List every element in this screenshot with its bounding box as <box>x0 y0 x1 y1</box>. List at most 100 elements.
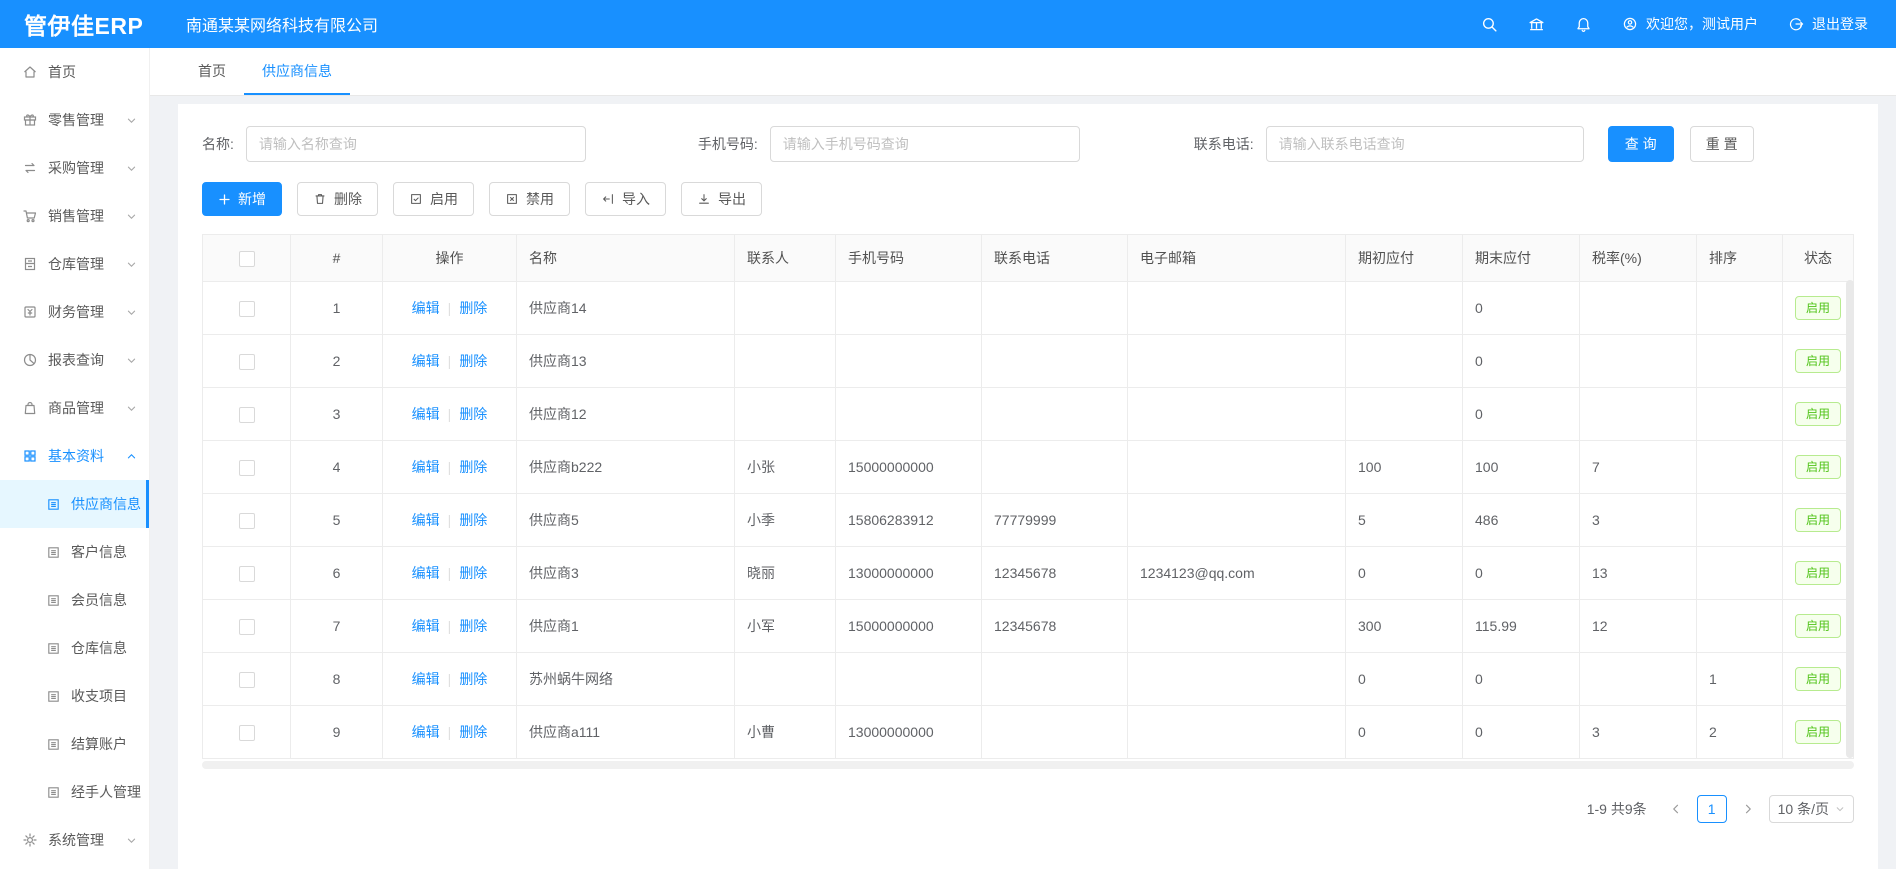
edit-link[interactable]: 编辑 <box>412 671 440 687</box>
status-badge[interactable]: 启用 <box>1795 455 1841 479</box>
reset-button[interactable]: 重 置 <box>1690 126 1754 162</box>
sidebar-subitem-settlement-account[interactable]: 结算账户 <box>0 720 149 768</box>
sidebar-item-sales[interactable]: 销售管理 <box>0 192 149 240</box>
delete-link[interactable]: 删除 <box>459 300 487 316</box>
cell-status: 启用 <box>1783 335 1854 388</box>
delete-link[interactable]: 删除 <box>459 459 487 475</box>
sidebar-item-home[interactable]: 首页 <box>0 48 149 96</box>
cabinet-icon <box>22 256 38 272</box>
link-separator: | <box>448 671 452 687</box>
sidebar-item-retail[interactable]: 零售管理 <box>0 96 149 144</box>
bell-icon[interactable] <box>1575 16 1592 33</box>
bank-icon[interactable] <box>1528 16 1545 33</box>
status-badge[interactable]: 启用 <box>1795 720 1841 744</box>
sidebar-subitem-customer-info[interactable]: 客户信息 <box>0 528 149 576</box>
delete-link[interactable]: 删除 <box>459 512 487 528</box>
sidebar-item-label: 报表查询 <box>48 350 104 370</box>
cell-opening-payable <box>1346 388 1463 441</box>
delete-link[interactable]: 删除 <box>459 618 487 634</box>
sidebar-subitem-member-info[interactable]: 会员信息 <box>0 576 149 624</box>
logout-button[interactable]: 退出登录 <box>1788 14 1868 34</box>
sidebar-subitem-income-expense[interactable]: 收支项目 <box>0 672 149 720</box>
name-search-input[interactable] <box>246 126 586 162</box>
sidebar-item-basic-data[interactable]: 基本资料 <box>0 432 149 480</box>
edit-link[interactable]: 编辑 <box>412 512 440 528</box>
edit-link[interactable]: 编辑 <box>412 300 440 316</box>
status-badge[interactable]: 启用 <box>1795 296 1841 320</box>
cell-email <box>1128 600 1346 653</box>
mobile-search-input[interactable] <box>770 126 1080 162</box>
enable-button[interactable]: 启用 <box>393 182 474 216</box>
sidebar-subitem-handler-management[interactable]: 经手人管理 <box>0 768 149 816</box>
sidebar-item-warehouse[interactable]: 仓库管理 <box>0 240 149 288</box>
status-badge[interactable]: 启用 <box>1795 667 1841 691</box>
delete-link[interactable]: 删除 <box>459 724 487 740</box>
row-checkbox[interactable] <box>239 460 255 476</box>
add-button[interactable]: 新增 <box>202 182 282 216</box>
status-badge[interactable]: 启用 <box>1795 508 1841 532</box>
cell-tax-rate <box>1580 388 1697 441</box>
sidebar-item-label: 系统管理 <box>48 830 104 850</box>
vertical-scrollbar[interactable] <box>1846 280 1854 758</box>
sidebar-item-products[interactable]: 商品管理 <box>0 384 149 432</box>
next-page-button[interactable] <box>1735 795 1761 823</box>
sidebar-item-label: 首页 <box>48 62 76 82</box>
edit-link[interactable]: 编辑 <box>412 724 440 740</box>
row-checkbox[interactable] <box>239 725 255 741</box>
delete-link[interactable]: 删除 <box>459 406 487 422</box>
status-badge[interactable]: 启用 <box>1795 402 1841 426</box>
search-icon[interactable] <box>1481 16 1498 33</box>
edit-link[interactable]: 编辑 <box>412 565 440 581</box>
export-button[interactable]: 导出 <box>681 182 762 216</box>
edit-link[interactable]: 编辑 <box>412 459 440 475</box>
horizontal-scrollbar[interactable] <box>202 761 1854 769</box>
delete-link[interactable]: 删除 <box>459 671 487 687</box>
cell-email <box>1128 653 1346 706</box>
delete-button[interactable]: 删除 <box>297 182 378 216</box>
user-menu[interactable]: 欢迎您，测试用户 <box>1622 14 1758 34</box>
row-checkbox[interactable] <box>239 672 255 688</box>
main-area: 首页 供应商信息 名称: 手机号码: 联系电话: 查 询 重 置 <box>150 48 1896 869</box>
sidebar-item-finance[interactable]: 财务管理 <box>0 288 149 336</box>
sidebar-item-reports[interactable]: 报表查询 <box>0 336 149 384</box>
sidebar-subitem-label: 客户信息 <box>71 542 127 562</box>
status-badge[interactable]: 启用 <box>1795 614 1841 638</box>
page-number-1[interactable]: 1 <box>1697 795 1727 823</box>
row-checkbox[interactable] <box>239 566 255 582</box>
tab-home[interactable]: 首页 <box>180 48 244 95</box>
sidebar-subitem-warehouse-info[interactable]: 仓库信息 <box>0 624 149 672</box>
row-index: 9 <box>291 706 383 759</box>
page-size-select[interactable]: 10 条/页 <box>1769 795 1854 823</box>
delete-link[interactable]: 删除 <box>459 353 487 369</box>
import-button[interactable]: 导入 <box>585 182 666 216</box>
row-select-cell <box>203 653 291 706</box>
tab-supplier-info[interactable]: 供应商信息 <box>244 48 350 95</box>
sidebar-item-purchase[interactable]: 采购管理 <box>0 144 149 192</box>
row-checkbox[interactable] <box>239 407 255 423</box>
status-badge[interactable]: 启用 <box>1795 349 1841 373</box>
sidebar-subitem-supplier-info[interactable]: 供应商信息 <box>0 480 149 528</box>
tel-search-input[interactable] <box>1266 126 1584 162</box>
row-checkbox[interactable] <box>239 619 255 635</box>
status-badge[interactable]: 启用 <box>1795 561 1841 585</box>
edit-link[interactable]: 编辑 <box>412 618 440 634</box>
row-checkbox[interactable] <box>239 354 255 370</box>
query-button[interactable]: 查 询 <box>1608 126 1674 162</box>
row-checkbox[interactable] <box>239 301 255 317</box>
link-separator: | <box>448 353 452 369</box>
delete-link[interactable]: 删除 <box>459 565 487 581</box>
cell-name: 供应商12 <box>517 388 735 441</box>
link-separator: | <box>448 565 452 581</box>
sidebar-item-system[interactable]: 系统管理 <box>0 816 149 864</box>
disable-button[interactable]: 禁用 <box>489 182 570 216</box>
sidebar-subitem-label: 收支项目 <box>71 686 127 706</box>
edit-link[interactable]: 编辑 <box>412 353 440 369</box>
cell-name: 供应商a111 <box>517 706 735 759</box>
row-checkbox[interactable] <box>239 513 255 529</box>
cell-status: 启用 <box>1783 706 1854 759</box>
cell-email <box>1128 388 1346 441</box>
prev-page-button[interactable] <box>1663 795 1689 823</box>
select-all-checkbox[interactable] <box>239 251 255 267</box>
cell-name: 供应商1 <box>517 600 735 653</box>
edit-link[interactable]: 编辑 <box>412 406 440 422</box>
